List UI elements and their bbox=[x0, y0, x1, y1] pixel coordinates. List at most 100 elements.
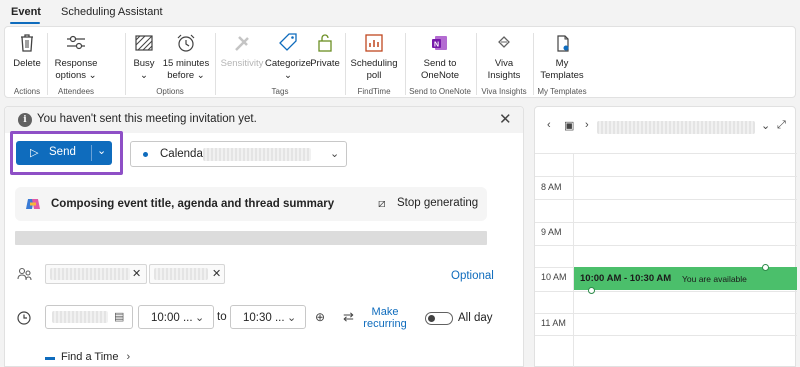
delete-button[interactable]: Delete bbox=[9, 30, 45, 70]
lock-icon bbox=[318, 34, 332, 52]
send-button[interactable]: ▷ Send ⌄ bbox=[16, 141, 112, 165]
half-hour-line bbox=[535, 199, 797, 200]
hour-label: 8 AM bbox=[541, 182, 562, 192]
response-options-button[interactable]: Response options ⌄ bbox=[50, 30, 102, 82]
day-calendar-pane: ‹ ▣ › ⌄ ⤢ 8 AM 9 AM 10 AM 11 AM 10:00 AM… bbox=[534, 106, 797, 367]
to-label: to bbox=[217, 311, 227, 323]
redacted-attendee bbox=[154, 268, 208, 280]
sensitivity-button[interactable]: Sensitivity bbox=[219, 30, 265, 70]
sensitivity-icon bbox=[235, 36, 249, 51]
send-icon: ▷ bbox=[30, 147, 39, 159]
find-a-time-button[interactable]: ▬ Find a Time › bbox=[45, 351, 130, 363]
make-recurring-button[interactable]: Make recurring bbox=[363, 306, 407, 330]
expand-icon[interactable]: ⤢ bbox=[777, 119, 786, 132]
viva-insights-icon bbox=[498, 36, 510, 48]
group-label-options: Options bbox=[156, 87, 184, 96]
active-tab-indicator bbox=[10, 22, 40, 24]
time-gutter-divider bbox=[573, 153, 574, 367]
copilot-status-text: Composing event title, agenda and thread… bbox=[51, 198, 335, 210]
ribbon-tabs: Event Scheduling Assistant bbox=[0, 0, 800, 26]
hour-line bbox=[535, 176, 797, 177]
group-divider bbox=[405, 33, 406, 95]
group-divider bbox=[533, 33, 534, 95]
hour-label: 11 AM bbox=[541, 318, 566, 328]
copilot-status-bar: Composing event title, agenda and thread… bbox=[15, 187, 487, 221]
send-to-onenote-button[interactable]: N Send to OneNote bbox=[408, 30, 472, 82]
repeat-icon: ⇄ bbox=[343, 309, 354, 324]
group-divider bbox=[47, 33, 48, 95]
chevron-down-icon[interactable]: ⌄ bbox=[97, 144, 106, 157]
onenote-icon: N bbox=[432, 36, 447, 50]
redacted-calendar-name bbox=[203, 148, 311, 161]
hour-label: 9 AM bbox=[541, 227, 562, 237]
tab-scheduling-assistant[interactable]: Scheduling Assistant bbox=[61, 6, 163, 18]
alarm-clock-icon bbox=[177, 34, 195, 52]
busy-status-button[interactable]: Busy ⌄ bbox=[129, 30, 159, 82]
trash-icon bbox=[21, 34, 33, 52]
chevron-left-icon[interactable]: ‹ bbox=[547, 119, 551, 131]
group-label-actions: Actions bbox=[13, 87, 41, 96]
group-label-send-to-onenote: Send to OneNote bbox=[409, 87, 471, 96]
hour-line bbox=[535, 153, 797, 154]
group-divider bbox=[215, 33, 216, 95]
resize-handle-top[interactable] bbox=[762, 264, 769, 271]
svg-text:N: N bbox=[434, 42, 439, 49]
scheduling-poll-button[interactable]: Scheduling poll bbox=[348, 30, 400, 82]
chevron-down-icon[interactable]: ⌄ bbox=[761, 119, 770, 132]
ribbon-toolbar: Delete Actions Response options ⌄ Attend… bbox=[4, 26, 796, 98]
half-hour-line bbox=[535, 291, 797, 292]
resize-handle-bottom[interactable] bbox=[588, 287, 595, 294]
half-hour-line bbox=[535, 335, 797, 336]
hour-line bbox=[535, 313, 797, 314]
private-button[interactable]: Private bbox=[309, 30, 341, 70]
group-label-attendees: Attendees bbox=[57, 87, 95, 96]
calendar-icon[interactable]: ▤ bbox=[114, 310, 124, 323]
chevron-down-icon: ⌄ bbox=[330, 148, 340, 160]
copilot-icon bbox=[26, 199, 40, 209]
all-day-toggle[interactable] bbox=[425, 312, 453, 325]
toggle-knob bbox=[428, 315, 435, 322]
all-day-label: All day bbox=[458, 312, 493, 324]
time-zone-icon[interactable]: ⊕ bbox=[315, 310, 325, 324]
end-time-select[interactable]: 10:30 ... ⌄ bbox=[230, 305, 306, 329]
remove-attendee-icon[interactable]: ✕ bbox=[132, 267, 141, 280]
group-label-findtime: FindTime bbox=[357, 87, 391, 96]
busy-status-icon bbox=[135, 35, 153, 51]
start-date-input[interactable]: ▤ bbox=[45, 305, 133, 329]
calendar-color-dot bbox=[143, 152, 148, 157]
chevron-right-icon: › bbox=[126, 351, 131, 363]
event-compose-pane: i You haven't sent this meeting invitati… bbox=[4, 106, 524, 367]
redacted-date bbox=[52, 311, 108, 323]
event-time: 10:00 AM - 10:30 AM bbox=[580, 273, 672, 284]
attendee-chip[interactable]: ✕ bbox=[149, 264, 225, 284]
find-time-icon: ▬ bbox=[45, 352, 55, 363]
scheduling-poll-icon bbox=[365, 34, 383, 52]
group-label-my-templates: My Templates bbox=[537, 87, 587, 96]
redacted-attendee bbox=[50, 268, 130, 280]
event-availability: You are available bbox=[682, 274, 747, 284]
categorize-button[interactable]: Categorize ⌄ bbox=[265, 30, 311, 82]
stop-icon: ⧄ bbox=[378, 196, 386, 210]
clock-icon bbox=[17, 311, 31, 325]
group-divider bbox=[345, 33, 346, 95]
chevron-right-icon[interactable]: › bbox=[585, 119, 589, 131]
close-icon[interactable]: ✕ bbox=[499, 110, 512, 128]
chevron-down-icon: ⌄ bbox=[287, 312, 297, 324]
optional-attendees-link[interactable]: Optional bbox=[451, 270, 494, 282]
info-message: You haven't sent this meeting invitation… bbox=[37, 113, 257, 125]
chevron-down-icon: ⌄ bbox=[195, 312, 205, 324]
reminder-button[interactable]: 15 minutes before ⌄ bbox=[161, 30, 211, 82]
tab-event[interactable]: Event bbox=[11, 6, 41, 18]
attendee-chip[interactable]: ✕ bbox=[45, 264, 147, 284]
calendar-select[interactable]: Calendar ⌄ bbox=[130, 141, 347, 167]
viva-insights-button[interactable]: Viva Insights bbox=[479, 30, 529, 82]
start-time-select[interactable]: 10:00 ... ⌄ bbox=[138, 305, 214, 329]
my-templates-button[interactable]: My Templates bbox=[536, 30, 588, 82]
today-icon[interactable]: ▣ bbox=[564, 119, 574, 132]
remove-attendee-icon[interactable]: ✕ bbox=[212, 267, 221, 280]
title-placeholder-bar bbox=[15, 231, 487, 245]
info-icon: i bbox=[18, 113, 32, 127]
stop-generating-button[interactable]: Stop generating bbox=[397, 197, 478, 209]
split-divider bbox=[91, 145, 92, 161]
info-bar: i You haven't sent this meeting invitati… bbox=[5, 107, 523, 133]
